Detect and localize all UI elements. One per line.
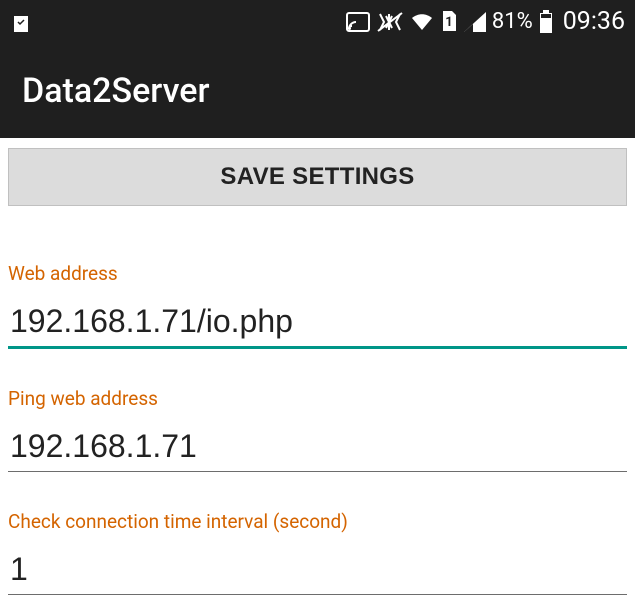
- action-bar: Data2Server: [0, 43, 635, 138]
- ping-address-input[interactable]: [8, 418, 627, 472]
- app-title: Data2Server: [22, 71, 210, 111]
- shopping-bag-icon: [10, 10, 32, 34]
- sim-1-icon: 1: [440, 11, 458, 33]
- save-settings-button[interactable]: SAVE SETTINGS: [8, 148, 627, 206]
- web-address-input[interactable]: [8, 293, 627, 349]
- clock: 09:36: [563, 7, 625, 36]
- signal-icon: [464, 12, 486, 32]
- battery-icon: [539, 10, 553, 34]
- wifi-icon: [410, 12, 434, 32]
- vibrate-icon: [376, 11, 404, 33]
- web-address-label: Web address: [8, 262, 627, 285]
- svg-text:1: 1: [445, 15, 452, 30]
- content-area: SAVE SETTINGS Web address Ping web addre…: [0, 138, 635, 595]
- check-interval-input[interactable]: [8, 541, 627, 595]
- status-bar: 1 81% 09:36: [0, 0, 635, 43]
- cast-icon: [346, 12, 370, 32]
- check-interval-label: Check connection time interval (second): [8, 510, 627, 533]
- battery-percent: 81%: [492, 9, 533, 34]
- ping-address-label: Ping web address: [8, 387, 627, 410]
